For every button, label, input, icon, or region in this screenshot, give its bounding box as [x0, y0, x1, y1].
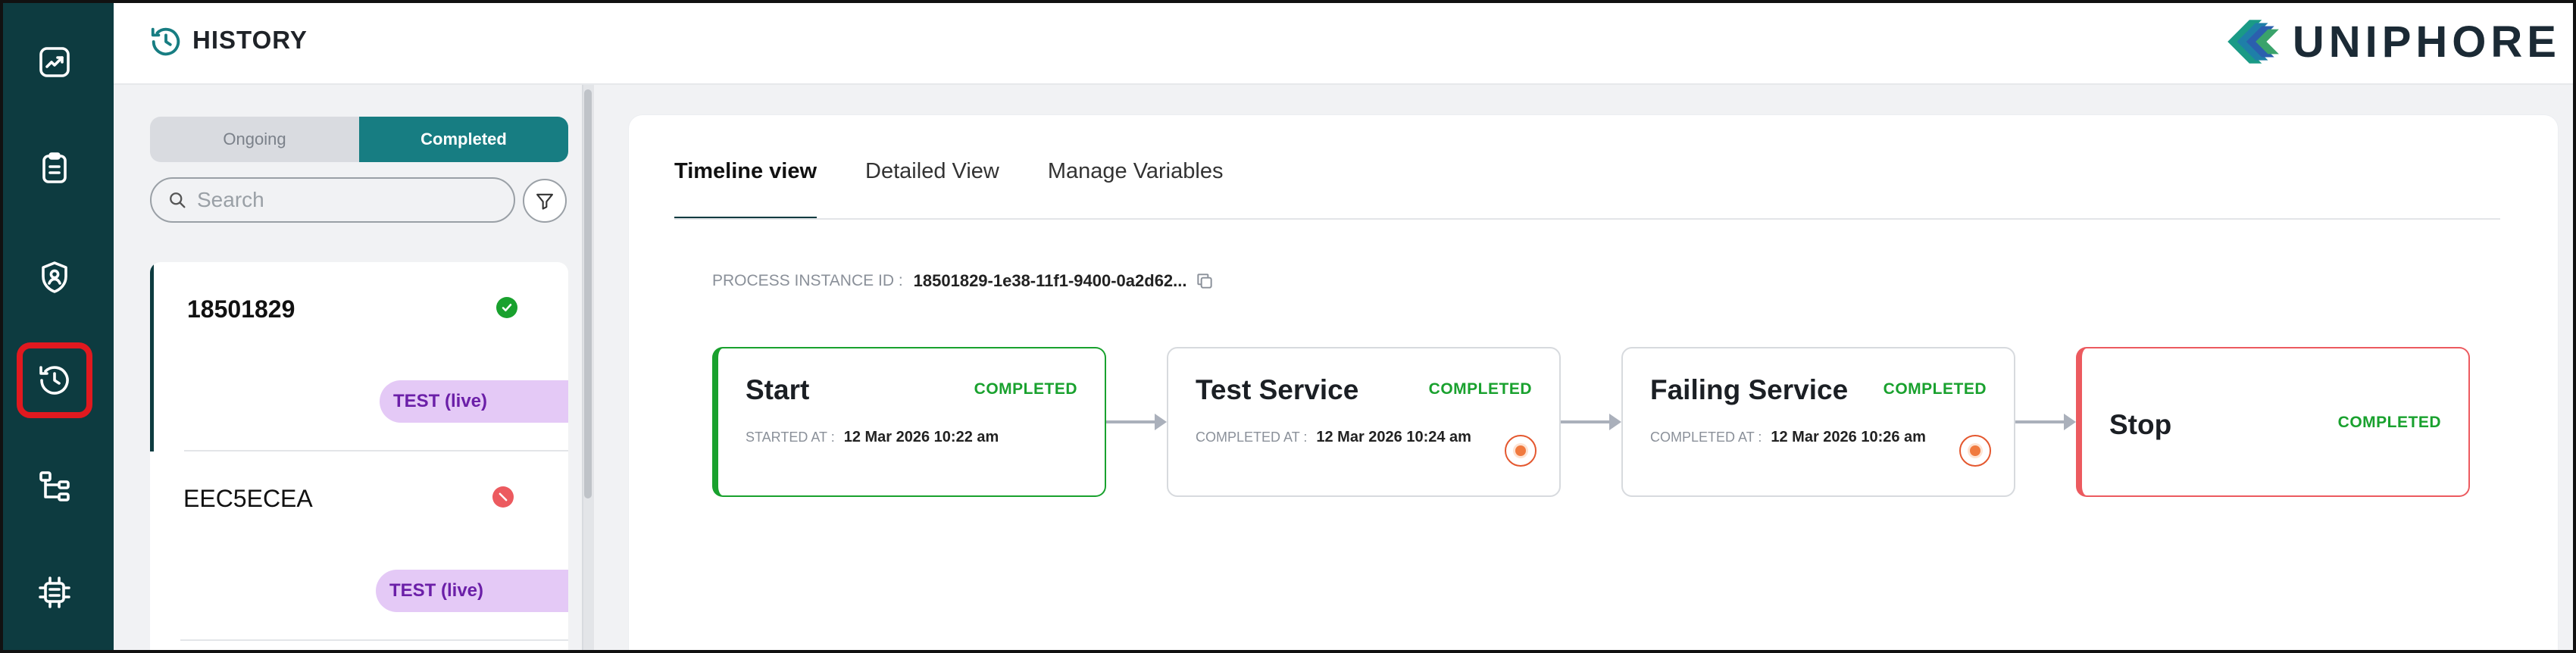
node-meta-label: COMPLETED AT :: [1196, 430, 1308, 445]
segment-ongoing[interactable]: Ongoing: [150, 117, 359, 162]
tab-detailed-view[interactable]: Detailed View: [865, 141, 999, 220]
list-item-selected[interactable]: 18501829 TEST (live): [150, 262, 568, 451]
node-status: COMPLETED: [974, 380, 1077, 398]
timeline-node-stop[interactable]: Stop COMPLETED: [2076, 347, 2470, 497]
search-input[interactable]: [197, 188, 500, 212]
node-name: Test Service: [1196, 374, 1359, 405]
top-bar: HISTORY UNIPHORE: [114, 0, 2576, 85]
node-status: COMPLETED: [2337, 414, 2441, 431]
node-meta-label: STARTED AT :: [746, 430, 835, 445]
rail-workflows-button[interactable]: [17, 448, 92, 524]
status-segmented-control: Ongoing Completed: [150, 117, 568, 162]
rail-tasks-button[interactable]: [17, 130, 92, 206]
instance-id: EEC5ECEA: [183, 485, 313, 512]
history-list: 18501829 TEST (live) EEC5ECEA TEST (live…: [150, 262, 568, 653]
brand-logo: UNIPHORE: [2221, 9, 2561, 74]
success-check-icon: [496, 297, 517, 318]
flow-arrow: [1106, 414, 1167, 430]
rail-analytics-button[interactable]: [17, 24, 92, 100]
node-meta: COMPLETED AT : 12 Mar 2026 10:24 am: [1196, 429, 1471, 446]
chip-icon: [39, 576, 70, 608]
segment-completed[interactable]: Completed: [359, 117, 568, 162]
node-meta-value: 12 Mar 2026 10:24 am: [1316, 429, 1471, 445]
timeline-node-failing-service[interactable]: Failing Service COMPLETED COMPLETED AT :…: [1621, 347, 2015, 497]
timeline-node-test-service[interactable]: Test Service COMPLETED COMPLETED AT : 12…: [1167, 347, 1561, 497]
instance-id: 18501829: [187, 295, 295, 323]
node-meta-label: COMPLETED AT :: [1650, 430, 1762, 445]
copy-icon[interactable]: [1195, 271, 1215, 291]
node-name: Failing Service: [1650, 374, 1849, 405]
error-blocked-icon: [492, 486, 514, 508]
flow-arrow: [2015, 414, 2076, 430]
node-status: COMPLETED: [1883, 380, 1987, 398]
history-clock-icon: [151, 27, 180, 56]
rail-integrations-button[interactable]: [17, 555, 92, 630]
rail-history-button[interactable]: [17, 342, 92, 418]
search-icon: [170, 192, 186, 208]
node-meta: COMPLETED AT : 12 Mar 2026 10:26 am: [1650, 429, 1926, 446]
left-rail: [0, 0, 114, 653]
node-meta-value: 12 Mar 2026 10:22 am: [843, 429, 999, 445]
view-tabs: Timeline view Detailed View Manage Varia…: [674, 141, 1271, 220]
service-gear-icon[interactable]: [1959, 435, 1991, 467]
node-name: Stop: [2109, 409, 2172, 440]
service-gear-icon[interactable]: [1505, 435, 1537, 467]
list-scrollbar-thumb[interactable]: [584, 89, 592, 498]
trend-chart-icon: [39, 47, 70, 77]
list-divider: [180, 639, 568, 641]
tab-manage-variables[interactable]: Manage Variables: [1048, 141, 1224, 220]
timeline-node-start[interactable]: Start COMPLETED STARTED AT : 12 Mar 2026…: [712, 347, 1106, 497]
node-meta: STARTED AT : 12 Mar 2026 10:22 am: [746, 429, 999, 446]
rail-security-button[interactable]: [17, 239, 92, 315]
tree-structure-icon: [39, 471, 70, 501]
flow-arrow: [1561, 414, 1621, 430]
uniphore-logo-icon: [2227, 20, 2279, 64]
process-instance-id-row: PROCESS INSTANCE ID : 18501829-1e38-11f1…: [712, 271, 1215, 291]
brand-name: UNIPHORE: [2292, 17, 2561, 67]
filter-funnel-icon: [536, 193, 553, 210]
clipboard-icon: [42, 152, 67, 183]
search-box[interactable]: [150, 177, 515, 223]
environment-tag: TEST (live): [380, 380, 568, 423]
process-instance-id-value: 18501829-1e38-11f1-9400-0a2d62...: [913, 271, 1187, 290]
node-status: COMPLETED: [1428, 380, 1532, 398]
filter-button[interactable]: [523, 179, 567, 223]
node-meta-value: 12 Mar 2026 10:26 am: [1771, 429, 1926, 445]
page-title: HISTORY: [192, 26, 308, 54]
list-item[interactable]: EEC5ECEA TEST (live): [150, 451, 568, 641]
history-clock-icon: [39, 366, 69, 395]
node-name: Start: [746, 374, 810, 405]
tabs-divider: [674, 218, 2500, 220]
process-instance-id-label: PROCESS INSTANCE ID :: [712, 272, 903, 289]
environment-tag: TEST (live): [376, 570, 568, 612]
shield-user-icon: [42, 261, 67, 293]
tab-timeline-view[interactable]: Timeline view: [674, 141, 818, 220]
